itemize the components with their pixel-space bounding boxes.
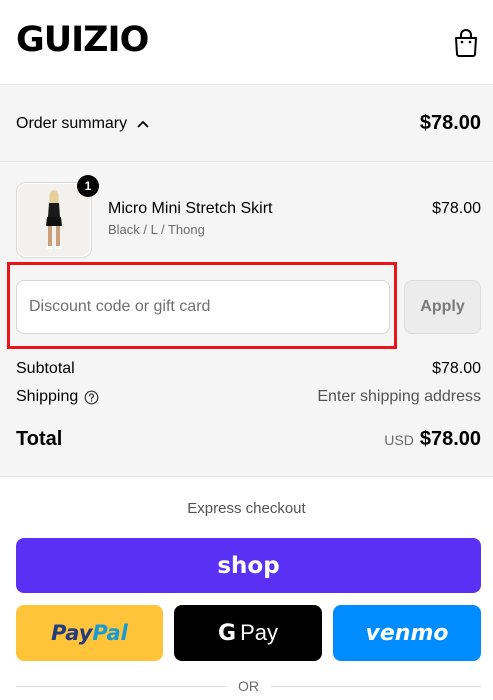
paypal-logo-pay: Pay (51, 621, 93, 645)
venmo-logo: venmo (365, 620, 449, 646)
currency-code: USD (384, 432, 414, 448)
total-value: $78.00 (419, 428, 481, 450)
shipping-label-wrap: Shipping (16, 388, 99, 406)
paypal-logo-pal: Pal (92, 621, 128, 645)
subtotal-row: Subtotal $78.00 (16, 360, 481, 378)
google-pay-button[interactable]: G Pay (174, 605, 322, 661)
shipping-value: Enter shipping address (317, 388, 481, 405)
order-summary-toggle[interactable]: Order summary $78.00 (0, 85, 493, 162)
google-pay-label: Pay (240, 620, 278, 645)
divider-line-right (271, 685, 481, 687)
order-summary-total: $78.00 (419, 112, 481, 134)
product-name: Micro Mini Stretch Skirt (108, 200, 273, 217)
shipping-row: Shipping Enter shipping address (16, 388, 481, 406)
chevron-up-icon (137, 121, 149, 128)
total-label: Total (16, 428, 63, 450)
product-variant: Black / L / Thong (108, 222, 205, 237)
help-icon[interactable] (84, 390, 99, 405)
brand-logo[interactable]: GUIZIO (16, 20, 149, 60)
shop-pay-button[interactable]: shop (16, 538, 481, 593)
divider-line-left (16, 685, 226, 687)
paypal-button[interactable]: Pay Pal (16, 605, 163, 661)
header: GUIZIO (0, 0, 493, 85)
order-summary-label: Order summary (16, 115, 128, 132)
google-g-icon: G (218, 620, 237, 646)
total-row: Total USD $78.00 (16, 428, 481, 451)
quantity-badge: 1 (77, 175, 99, 197)
order-summary-label-wrap: Order summary (16, 115, 149, 133)
apply-discount-button[interactable]: Apply (404, 280, 481, 334)
discount-code-input[interactable] (16, 280, 390, 334)
total-amount-wrap: USD $78.00 (384, 428, 481, 451)
shopping-bag-icon[interactable] (453, 28, 479, 58)
subtotal-value: $78.00 (432, 360, 481, 377)
shop-pay-logo: shop (217, 552, 280, 579)
product-thumbnail: 1 (16, 175, 99, 258)
subtotal-label: Subtotal (16, 360, 75, 377)
order-summary-panel: 1 Micro Mini Stretch Skirt Black / L / T… (0, 162, 493, 477)
or-divider: OR (16, 678, 481, 694)
venmo-button[interactable]: venmo (333, 605, 481, 661)
product-price: $78.00 (432, 200, 481, 217)
express-checkout-title: Express checkout (187, 500, 306, 517)
shipping-label: Shipping (16, 388, 79, 405)
or-label: OR (238, 678, 259, 694)
